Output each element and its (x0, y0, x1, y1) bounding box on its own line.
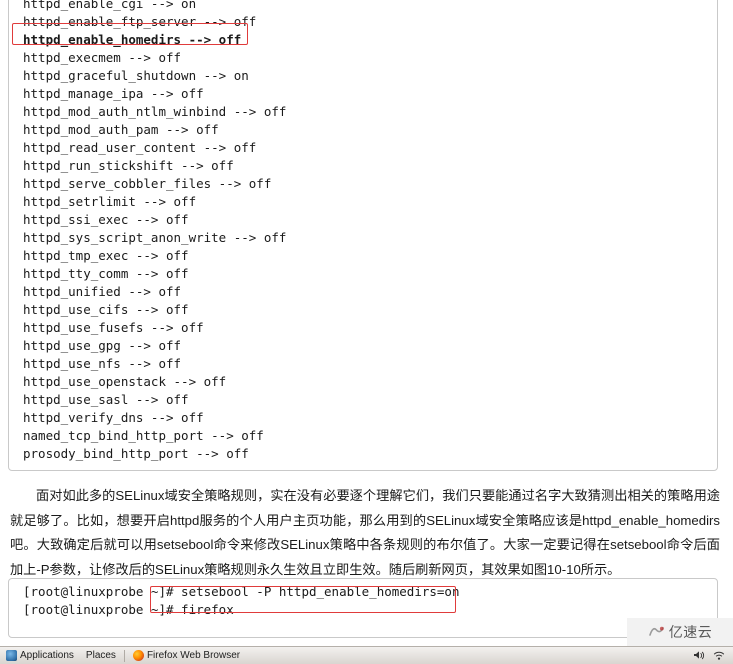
watermark-text: 亿速云 (668, 624, 713, 640)
applications-icon (6, 650, 17, 661)
taskbar-window-firefox[interactable]: Firefox Web Browser (127, 647, 246, 664)
terminal-command-block: [root@linuxprobe ~]# setsebool -P httpd_… (8, 578, 718, 638)
terminal-line: httpd_mod_auth_ntlm_winbind --> off (23, 104, 287, 119)
terminal-line: httpd_mod_auth_pam --> off (23, 122, 219, 137)
terminal-line: httpd_use_sasl --> off (23, 392, 189, 407)
terminal-line: httpd_enable_ftp_server --> off (23, 14, 257, 29)
places-label: Places (85, 650, 116, 661)
speaker-icon (694, 651, 705, 660)
terminal-line: httpd_read_user_content --> off (23, 140, 257, 155)
terminal-line: httpd_ssi_exec --> off (23, 212, 189, 227)
network-tray-button[interactable] (709, 650, 729, 661)
taskbar-places-menu[interactable]: Places (80, 647, 122, 664)
terminal-line: prosody_bind_http_port --> off (23, 446, 249, 461)
watermark-mark-icon (648, 624, 665, 641)
applications-label: Applications (20, 650, 74, 661)
terminal-line: httpd_unified --> off (23, 284, 182, 299)
terminal-line: httpd_use_gpg --> off (23, 338, 182, 353)
terminal-line: httpd_serve_cobbler_files --> off (23, 176, 272, 191)
terminal-output-block: httpd_enable_cgi --> on httpd_enable_ftp… (8, 0, 718, 471)
watermark-logo: 亿速云 (627, 618, 733, 646)
volume-tray-button[interactable] (689, 650, 709, 661)
terminal-line: httpd_tmp_exec --> off (23, 248, 189, 263)
terminal-line: httpd_enable_cgi --> on (23, 0, 197, 11)
terminal-line: httpd_verify_dns --> off (23, 410, 204, 425)
taskbar-divider (123, 649, 125, 662)
taskbar-applications-menu[interactable]: Applications (0, 647, 80, 664)
terminal-line: httpd_tty_comm --> off (23, 266, 189, 281)
document-page: httpd_enable_cgi --> on httpd_enable_ftp… (0, 0, 733, 664)
terminal-line: httpd_setrlimit --> off (23, 194, 197, 209)
desktop-taskbar: Applications Places Firefox Web Browser (0, 646, 733, 664)
terminal-line: httpd_manage_ipa --> off (23, 86, 204, 101)
terminal-line: httpd_execmem --> off (23, 50, 182, 65)
firefox-icon (132, 650, 144, 661)
taskbar-tray (689, 650, 733, 661)
terminal-line: named_tcp_bind_http_port --> off (23, 428, 264, 443)
terminal-line-highlighted: httpd_enable_homedirs --> off (23, 32, 242, 47)
network-icon (713, 651, 725, 660)
terminal-line: httpd_use_cifs --> off (23, 302, 189, 317)
body-paragraph: 面对如此多的SELinux域安全策略规则，实在没有必要逐个理解它们，我们只要能通… (10, 488, 720, 577)
terminal-line: httpd_graceful_shutdown --> on (23, 68, 249, 83)
window-label: Firefox Web Browser (146, 650, 241, 661)
terminal-line: httpd_use_openstack --> off (23, 374, 227, 389)
terminal-line: httpd_sys_script_anon_write --> off (23, 230, 287, 245)
terminal-line: httpd_use_fusefs --> off (23, 320, 204, 335)
terminal-command-line: [root@linuxprobe ~]# firefox (23, 602, 234, 617)
terminal-command-line: [root@linuxprobe ~]# setsebool -P httpd_… (23, 584, 460, 599)
terminal-line: httpd_run_stickshift --> off (23, 158, 234, 173)
terminal-line: httpd_use_nfs --> off (23, 356, 182, 371)
